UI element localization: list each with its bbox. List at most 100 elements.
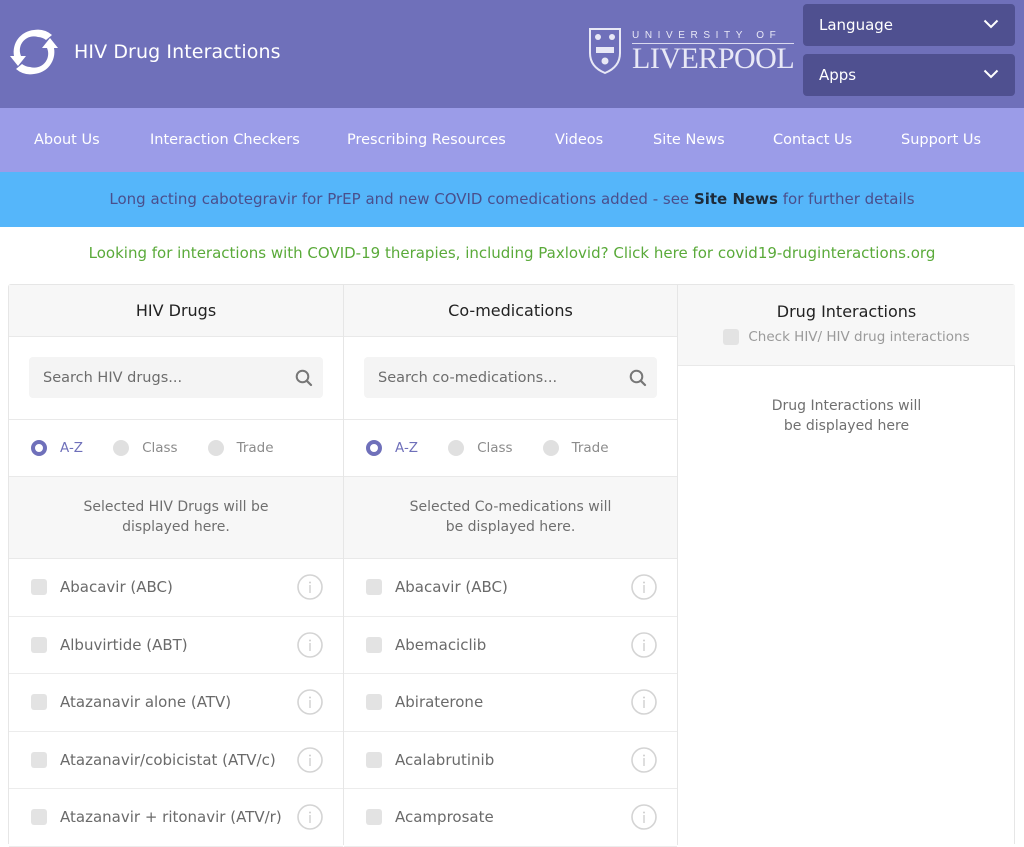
hiv-drugs-panel: HIV Drugs A-Z Class Trade Selected HIV D… [9, 285, 344, 847]
checkbox[interactable] [366, 694, 382, 711]
search-icon[interactable] [295, 369, 313, 387]
hiv-sort-az[interactable]: A-Z [31, 440, 83, 456]
radio-icon [113, 440, 130, 456]
list-item[interactable]: Atazanavir/cobicistat (ATV/c) [9, 732, 343, 789]
brand-link[interactable]: HIV Drug Interactions [8, 26, 281, 78]
radio-label: Trade [236, 440, 274, 456]
info-icon[interactable] [297, 746, 323, 773]
radio-selected-icon [31, 440, 47, 456]
hiv-selected-placeholder: Selected HIV Drugs will be displayed her… [83, 499, 269, 535]
list-item[interactable]: Atazanavir alone (ATV) [9, 674, 343, 732]
radio-label: A-Z [395, 440, 419, 456]
radio-label: Class [477, 440, 513, 456]
comed-drug-list: Abacavir (ABC) Abemaciclib Abiraterone A… [344, 559, 677, 847]
list-item[interactable]: Albuvirtide (ABT) [9, 617, 343, 674]
banner-site-news-link[interactable]: Site News [694, 190, 778, 208]
university-crest-icon [589, 28, 621, 75]
radio-icon [542, 440, 559, 456]
comedications-panel: Co-medications A-Z Class Trade Selected … [344, 285, 678, 847]
university-logo[interactable]: UNIVERSITY OF LIVERPOOL [588, 27, 795, 75]
chevron-down-icon [983, 19, 999, 29]
announcement-banner: Long acting cabotegravir for PrEP and ne… [0, 172, 1024, 227]
comed-sort-az[interactable]: A-Z [366, 440, 418, 456]
radio-label: Trade [571, 440, 609, 456]
drug-name: Acalabrutinib [395, 750, 495, 769]
drug-name: Abiraterone [395, 693, 484, 712]
drug-name: Albuvirtide (ABT) [60, 635, 188, 654]
radio-icon [207, 440, 224, 456]
language-select[interactable]: Language [803, 4, 1015, 46]
nav-support-us[interactable]: Support Us [901, 108, 981, 172]
hiv-drug-list: Abacavir (ABC) Albuvirtide (ABT) Atazana… [9, 559, 343, 847]
info-icon[interactable] [297, 689, 323, 715]
check-hiv-hiv-toggle[interactable]: Check HIV/ HIV drug interactions [678, 329, 1015, 345]
checkbox[interactable] [31, 809, 47, 826]
banner-text-after: for further details [777, 190, 915, 208]
hiv-sort-class[interactable]: Class [113, 440, 178, 456]
interactions-panel: Drug Interactions Check HIV/ HIV drug in… [678, 285, 1015, 845]
list-item[interactable]: Atazanavir + ritonavir (ATV/r) [9, 789, 343, 847]
drug-name: Atazanavir alone (ATV) [60, 693, 232, 712]
checkbox[interactable] [31, 694, 47, 711]
hiv-selected-area: Selected HIV Drugs will be displayed her… [9, 477, 343, 559]
list-item[interactable]: Abemaciclib [344, 617, 677, 674]
checkbox[interactable] [31, 636, 47, 653]
list-item[interactable]: Acalabrutinib [344, 732, 677, 789]
list-item[interactable]: Abiraterone [344, 674, 677, 732]
hiv-sort-options: A-Z Class Trade [9, 420, 343, 477]
drug-name: Abemaciclib [395, 635, 487, 654]
radio-label: A-Z [60, 440, 84, 456]
drug-name: Atazanavir + ritonavir (ATV/r) [60, 808, 282, 827]
drug-name: Abacavir (ABC) [60, 578, 173, 597]
apps-label: Apps [819, 66, 857, 84]
covid-link[interactable]: Looking for interactions with COVID-19 t… [0, 244, 1024, 262]
info-icon[interactable] [631, 804, 657, 830]
search-icon[interactable] [629, 369, 647, 387]
nav-site-news[interactable]: Site News [653, 108, 725, 172]
drug-name: Abacavir (ABC) [395, 578, 508, 597]
radio-selected-icon [366, 440, 382, 456]
comedications-title: Co-medications [344, 285, 677, 337]
logo-icon [10, 29, 58, 75]
list-item[interactable]: Acamprosate [344, 789, 677, 847]
hiv-search-input[interactable] [29, 357, 323, 398]
nav-videos[interactable]: Videos [555, 108, 603, 172]
nav-about-us[interactable]: About Us [34, 108, 100, 172]
hiv-drugs-title: HIV Drugs [9, 285, 343, 337]
list-item[interactable]: Abacavir (ABC) [9, 559, 343, 617]
hiv-sort-trade[interactable]: Trade [207, 440, 274, 456]
info-icon[interactable] [297, 574, 323, 600]
comed-selected-area: Selected Co-medications will be displaye… [344, 477, 677, 559]
nav-contact-us[interactable]: Contact Us [773, 108, 852, 172]
check-hiv-label: Check HIV/ HIV drug interactions [748, 329, 970, 345]
comed-selected-placeholder: Selected Co-medications will be displaye… [409, 499, 612, 535]
apps-select[interactable]: Apps [803, 54, 1015, 96]
checkbox[interactable] [366, 751, 382, 768]
info-icon[interactable] [631, 746, 657, 773]
checkbox[interactable] [31, 579, 47, 596]
checkbox[interactable] [366, 809, 382, 826]
info-icon[interactable] [297, 804, 323, 830]
site-header: HIV Drug Interactions UNIVERSITY OF LIVE… [0, 0, 1024, 108]
chevron-down-icon [983, 69, 999, 79]
info-icon[interactable] [631, 574, 657, 600]
checkbox[interactable] [366, 636, 382, 653]
interactions-title: Drug Interactions [776, 302, 917, 321]
comed-sort-trade[interactable]: Trade [542, 440, 609, 456]
drug-name: Atazanavir/cobicistat (ATV/c) [60, 750, 276, 769]
checkbox[interactable] [723, 329, 740, 345]
radio-label: Class [142, 440, 178, 456]
comed-search-box [364, 357, 657, 398]
info-icon[interactable] [631, 631, 657, 658]
radio-icon [448, 440, 465, 456]
checkbox[interactable] [31, 751, 47, 768]
comed-sort-class[interactable]: Class [448, 440, 513, 456]
nav-interaction-checkers[interactable]: Interaction Checkers [150, 108, 300, 172]
list-item[interactable]: Abacavir (ABC) [344, 559, 677, 617]
comed-search-input[interactable] [364, 357, 657, 398]
nav-prescribing-resources[interactable]: Prescribing Resources [347, 108, 506, 172]
info-icon[interactable] [297, 631, 323, 658]
checkbox[interactable] [366, 579, 382, 596]
info-icon[interactable] [631, 689, 657, 715]
interactions-empty-text: Drug Interactions will be displayed here [771, 398, 922, 434]
